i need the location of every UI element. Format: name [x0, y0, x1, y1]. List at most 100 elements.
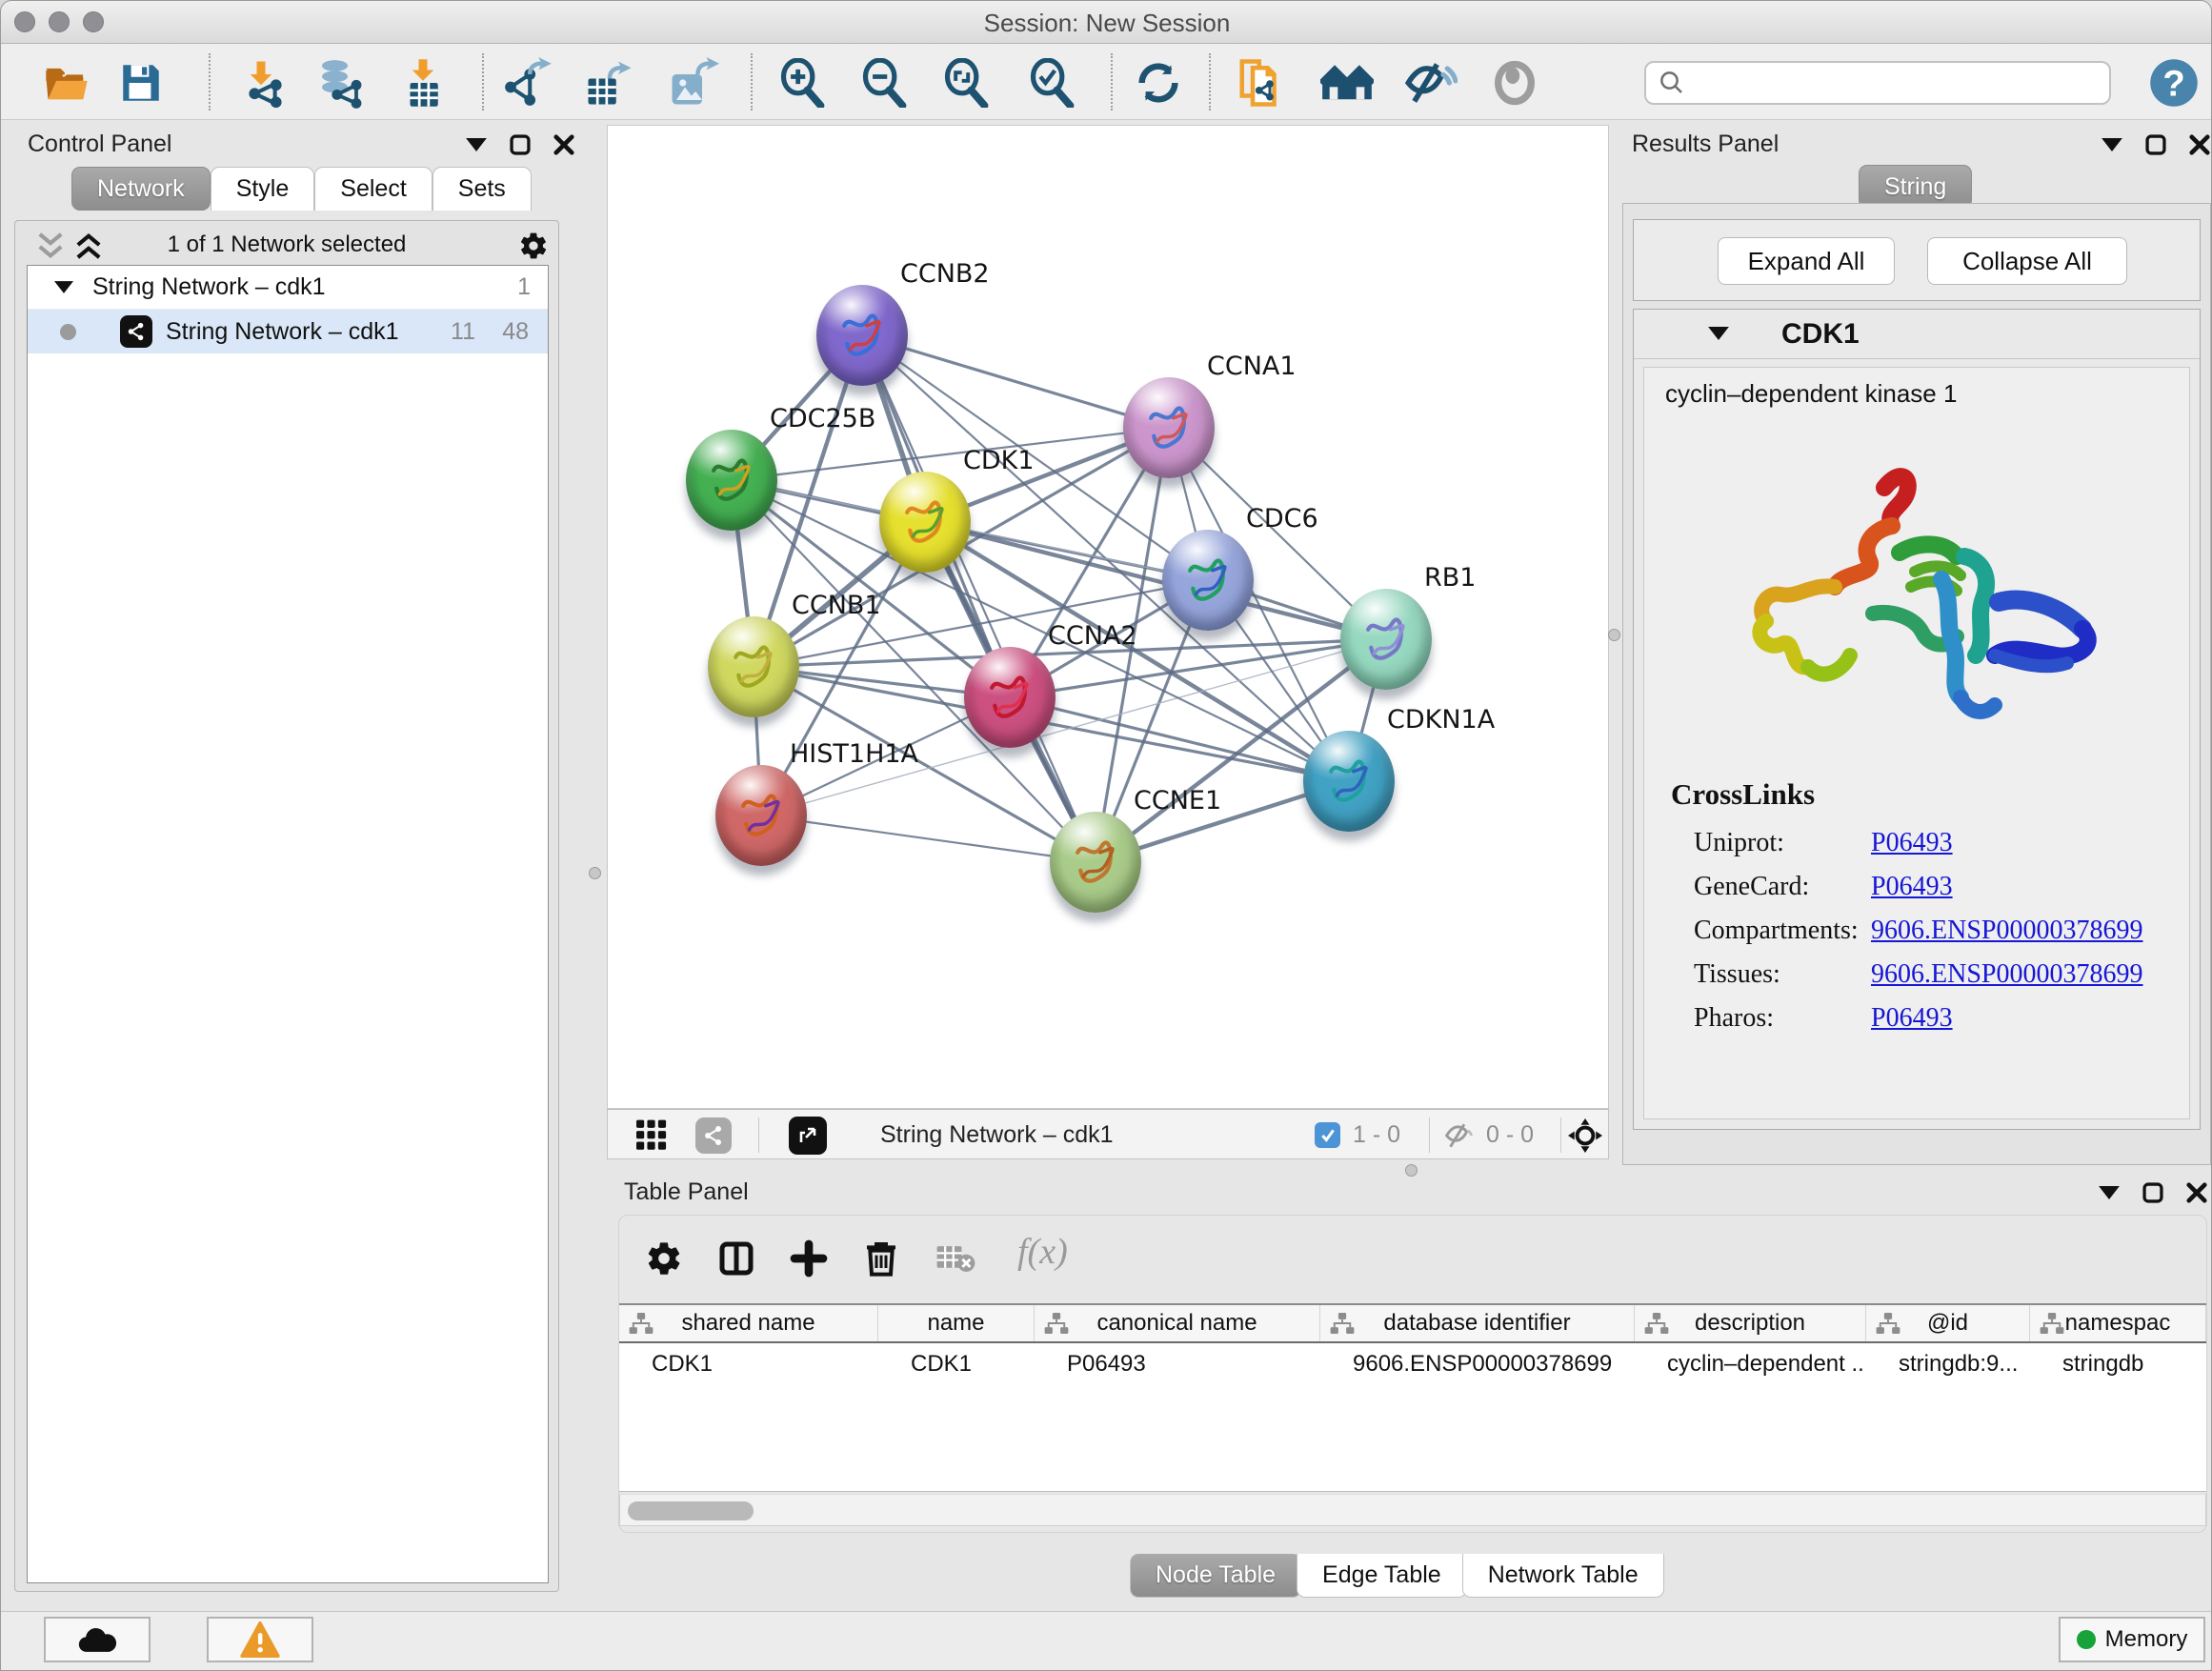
- gear-icon[interactable]: [518, 231, 549, 261]
- column-header-namespac[interactable]: namespac: [2030, 1305, 2206, 1341]
- selected-checkbox-icon[interactable]: [1315, 1122, 1340, 1148]
- cdk1-section-header[interactable]: CDK1: [1634, 310, 2200, 359]
- crosslink-link[interactable]: 9606.ENSP00000378699: [1871, 959, 2142, 990]
- network-view-canvas[interactable]: CCNB2CCNA1CDC25BCDK1CDC6RB1CCNB1CCNA2CDK…: [607, 125, 1609, 1109]
- table-cell[interactable]: stringdb: [2030, 1343, 2206, 1385]
- search-icon: [1658, 69, 1686, 97]
- network-edge-RB1-HIST1H1A: [761, 639, 1386, 815]
- column-header-canonical-name[interactable]: canonical name: [1035, 1305, 1320, 1341]
- tab-edge-table[interactable]: Edge Table: [1297, 1554, 1467, 1598]
- network-node-CDC25B[interactable]: [686, 430, 777, 531]
- float-panel-icon[interactable]: [2142, 1182, 2163, 1203]
- network-node-CCNB1[interactable]: [708, 616, 799, 717]
- crosslink-link[interactable]: P06493: [1871, 872, 1953, 902]
- hidden-count: 0 - 0: [1486, 1121, 1534, 1149]
- help-button[interactable]: ?: [2146, 55, 2202, 111]
- panel-menu-icon[interactable]: [2101, 138, 2122, 151]
- import-network-from-file-button[interactable]: [233, 55, 289, 111]
- network-node-CDKN1A[interactable]: [1303, 731, 1395, 832]
- collapse-all-button[interactable]: Collapse All: [1927, 237, 2127, 285]
- crosslink-link[interactable]: P06493: [1871, 1003, 1953, 1034]
- results-panel: Results Panel String Expand All Collapse…: [1620, 125, 2212, 1168]
- float-panel-icon[interactable]: [510, 134, 531, 155]
- network-node-CCNB2[interactable]: [816, 285, 908, 386]
- network-node-CDC6[interactable]: [1162, 530, 1254, 631]
- delete-column-button[interactable]: [859, 1237, 903, 1280]
- export-image-button[interactable]: [666, 55, 721, 111]
- export-table-button[interactable]: [582, 55, 637, 111]
- tab-style[interactable]: Style: [211, 167, 315, 211]
- fit-selected-crosshair-icon[interactable]: [1568, 1118, 1602, 1153]
- open-session-button[interactable]: [39, 55, 94, 111]
- tab-select[interactable]: Select: [314, 167, 432, 211]
- right-splitter-handle[interactable]: [1608, 629, 1620, 641]
- network-node-HIST1H1A[interactable]: [715, 765, 807, 866]
- column-header-database-identifier[interactable]: database identifier: [1320, 1305, 1635, 1341]
- network-node-CCNA2[interactable]: [964, 647, 1056, 748]
- section-expander-icon[interactable]: [1708, 327, 1729, 340]
- panel-menu-icon[interactable]: [2099, 1186, 2120, 1199]
- crosslink-link[interactable]: P06493: [1871, 828, 1953, 858]
- network-collection-row[interactable]: String Network – cdk1 1: [28, 266, 548, 310]
- memory-status-dot: [2077, 1630, 2096, 1649]
- table-horizontal-scrollbar[interactable]: [619, 1494, 2206, 1526]
- scrollbar-thumb[interactable]: [628, 1501, 754, 1520]
- table-row[interactable]: CDK1CDK1P064939606.ENSP00000378699cyclin…: [619, 1343, 2206, 1385]
- table-cell[interactable]: CDK1: [619, 1343, 878, 1385]
- close-panel-icon[interactable]: [2189, 134, 2210, 155]
- table-cell[interactable]: CDK1: [878, 1343, 1035, 1385]
- network-row-selected[interactable]: String Network – cdk1 11 48: [28, 310, 548, 353]
- export-network-button[interactable]: [500, 55, 555, 111]
- table-cell[interactable]: cyclin–dependent ...: [1635, 1343, 1866, 1385]
- close-panel-icon[interactable]: [553, 134, 574, 155]
- open-in-window-button[interactable]: [789, 1117, 827, 1155]
- tab-network-table[interactable]: Network Table: [1462, 1554, 1664, 1598]
- selection-summary-text: 1 of 1 Network selected: [15, 232, 558, 258]
- column-header--id[interactable]: @id: [1866, 1305, 2030, 1341]
- network-node-CCNA1[interactable]: [1123, 377, 1215, 478]
- delete-table-button[interactable]: [934, 1237, 977, 1280]
- table-options-button[interactable]: [642, 1237, 686, 1280]
- warnings-button[interactable]: [207, 1617, 313, 1662]
- network-node-RB1[interactable]: [1340, 589, 1432, 690]
- memory-button[interactable]: Memory: [2059, 1617, 2205, 1662]
- first-neighbors-button[interactable]: [1319, 55, 1375, 111]
- crosslink-link[interactable]: 9606.ENSP00000378699: [1871, 916, 2142, 946]
- table-cell[interactable]: 9606.ENSP00000378699: [1320, 1343, 1635, 1385]
- refresh-view-button[interactable]: [1131, 55, 1186, 111]
- crosslink-row: GeneCard:P06493: [1671, 865, 2176, 909]
- highlight-button[interactable]: [1487, 55, 1542, 111]
- import-network-from-database-button[interactable]: [312, 55, 367, 111]
- network-node-CCNE1[interactable]: [1050, 812, 1141, 913]
- birds-eye-view-icon[interactable]: [636, 1119, 671, 1152]
- expand-all-button[interactable]: Expand All: [1718, 237, 1895, 285]
- tab-node-table[interactable]: Node Table: [1130, 1554, 1301, 1598]
- column-header-name[interactable]: name: [878, 1305, 1035, 1341]
- create-column-button[interactable]: [787, 1237, 831, 1280]
- table-cell[interactable]: stringdb:9...: [1866, 1343, 2030, 1385]
- close-panel-icon[interactable]: [2186, 1182, 2207, 1203]
- panel-menu-icon[interactable]: [466, 138, 487, 151]
- clone-network-button[interactable]: [1234, 55, 1289, 111]
- left-splitter-handle[interactable]: [589, 867, 601, 879]
- tab-sets[interactable]: Sets: [432, 167, 532, 211]
- search-box[interactable]: [1644, 61, 2111, 105]
- function-builder-button[interactable]: f(x): [1017, 1231, 1068, 1273]
- float-panel-icon[interactable]: [2145, 134, 2166, 155]
- table-cell[interactable]: P06493: [1035, 1343, 1320, 1385]
- column-header-description[interactable]: description: [1635, 1305, 1866, 1341]
- search-input[interactable]: [1686, 70, 2086, 96]
- zoom-fit-button[interactable]: [938, 55, 994, 111]
- zoom-selected-button[interactable]: [1024, 55, 1079, 111]
- zoom-out-button[interactable]: [856, 55, 912, 111]
- cloud-status-button[interactable]: [44, 1617, 151, 1662]
- network-node-CDK1[interactable]: [879, 472, 971, 573]
- tab-network[interactable]: Network: [71, 167, 211, 211]
- zoom-in-button[interactable]: [774, 55, 830, 111]
- import-table-from-file-button[interactable]: [395, 55, 451, 111]
- collection-expander-icon[interactable]: [54, 281, 73, 293]
- show-hide-graphics-button[interactable]: [1403, 55, 1458, 111]
- show-columns-button[interactable]: [714, 1237, 758, 1280]
- column-header-shared-name[interactable]: shared name: [619, 1305, 878, 1341]
- save-session-button[interactable]: [113, 55, 169, 111]
